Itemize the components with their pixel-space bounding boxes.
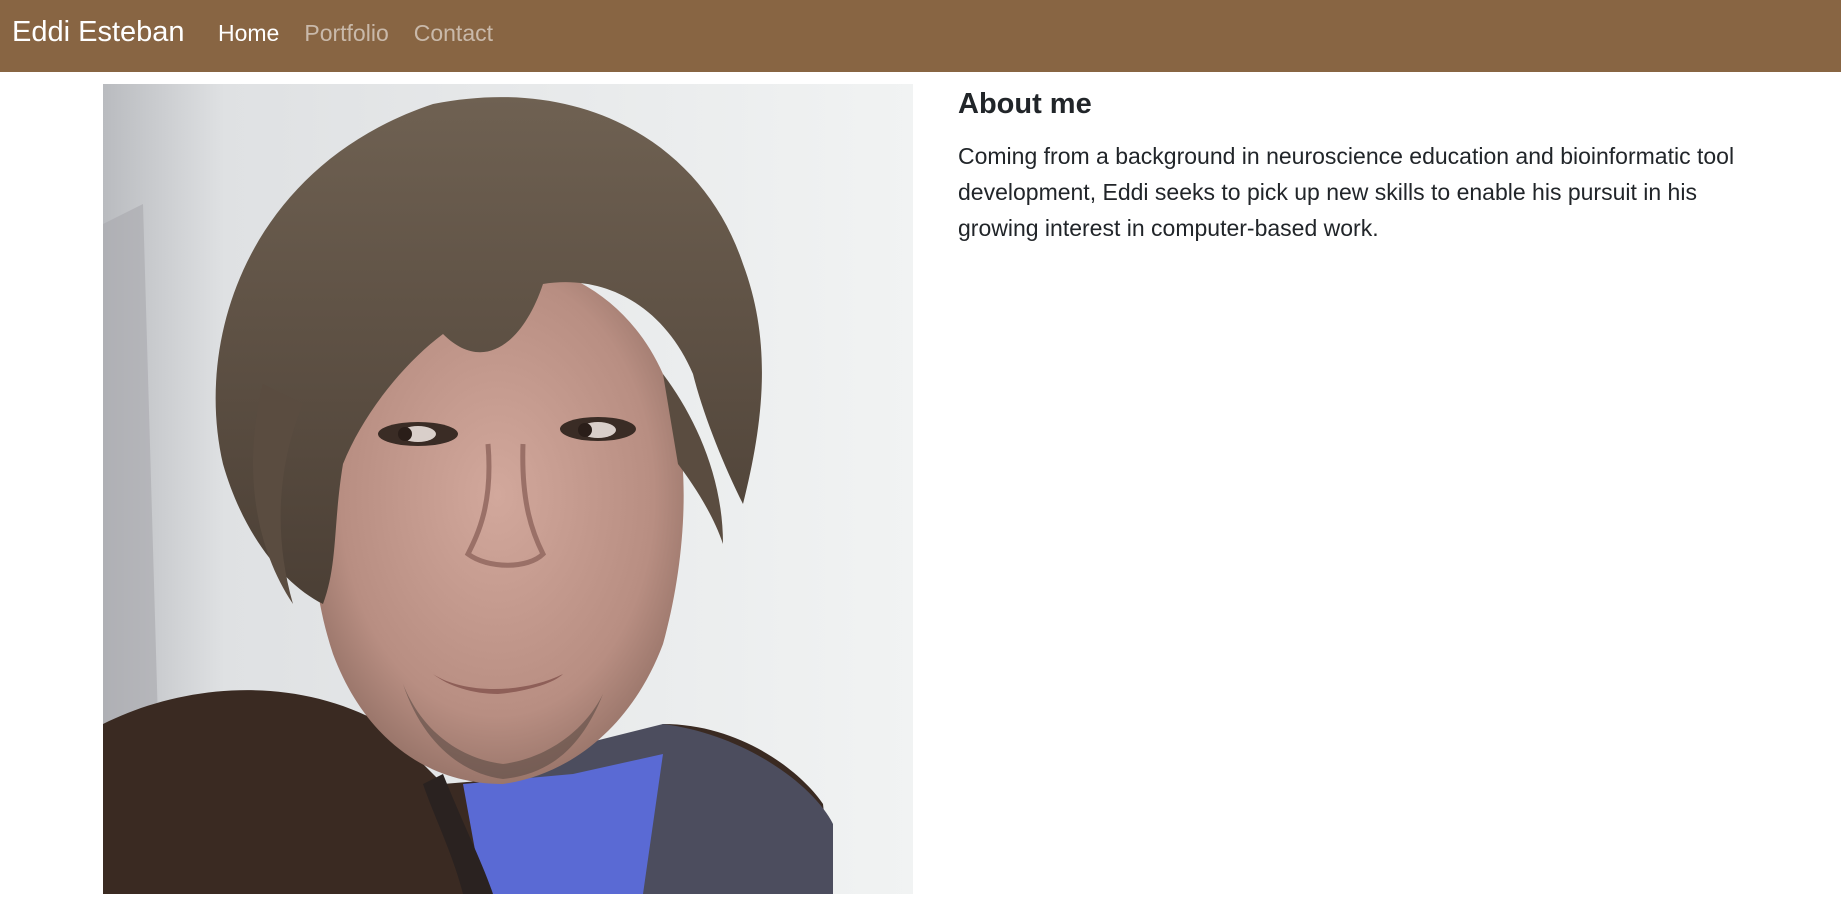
nav-links: Home Portfolio Contact (218, 18, 493, 48)
profile-photo (103, 84, 913, 894)
about-heading: About me (958, 88, 1092, 120)
brand-link[interactable]: Eddi Esteban (12, 14, 185, 50)
nav-link-portfolio[interactable]: Portfolio (304, 18, 388, 48)
about-section: About me Coming from a background in neu… (958, 84, 1758, 246)
top-navbar: Eddi Esteban Home Portfolio Contact (0, 0, 1841, 72)
nav-link-home[interactable]: Home (218, 18, 279, 48)
nav-link-contact[interactable]: Contact (414, 18, 493, 48)
about-body: Coming from a background in neuroscience… (958, 143, 1735, 241)
